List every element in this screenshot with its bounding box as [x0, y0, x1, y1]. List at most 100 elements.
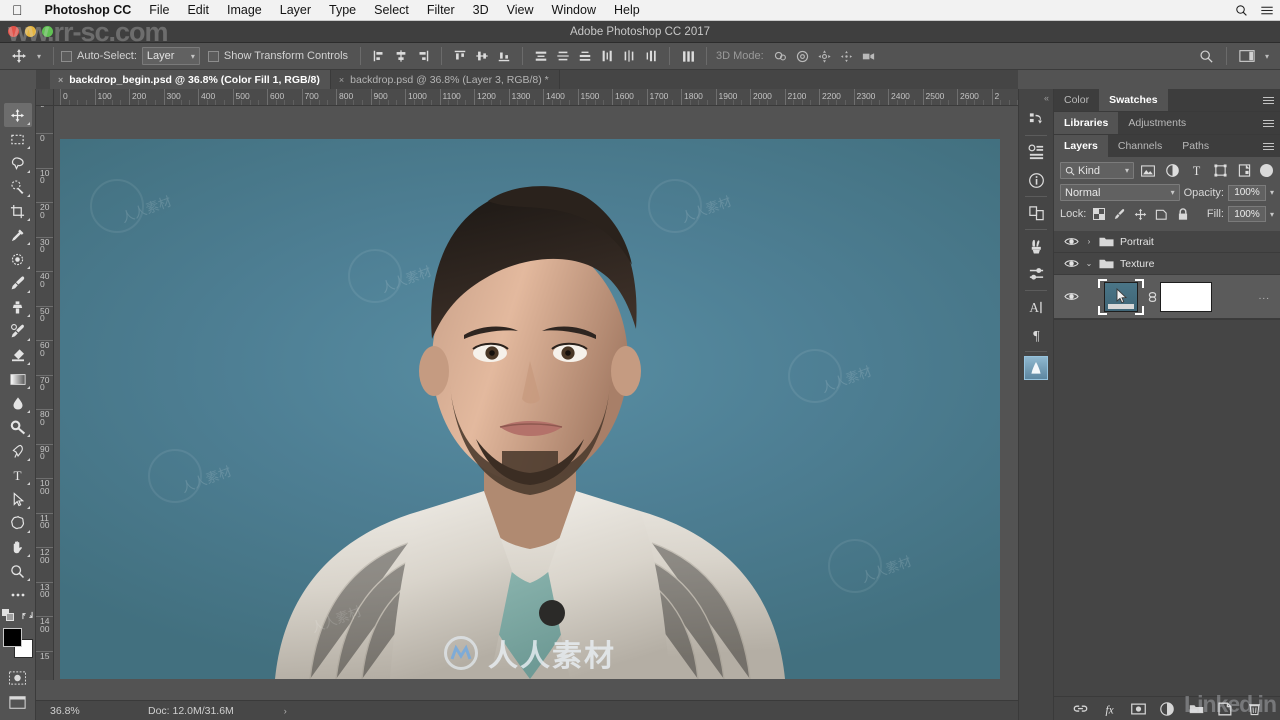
- align-right-edges-icon[interactable]: [412, 46, 434, 67]
- brush-settings-icon[interactable]: [1021, 260, 1051, 288]
- rectangular-marquee-tool[interactable]: [4, 127, 32, 151]
- artboard[interactable]: 人人素材 人人素材 人人素材 人人素材 人人素材 人人素材 人人素材 人人素材: [60, 139, 1000, 679]
- history-icon[interactable]: [1021, 105, 1051, 133]
- tab-swatches[interactable]: Swatches: [1099, 89, 1168, 111]
- distribute-right-edges-icon[interactable]: [640, 46, 662, 67]
- layer-name[interactable]: Portrait: [1116, 236, 1154, 248]
- auto-select-checkbox[interactable]: [61, 50, 72, 62]
- tab-layers[interactable]: Layers: [1054, 135, 1108, 157]
- menu-item-help[interactable]: Help: [605, 0, 649, 21]
- panel-menu-icon[interactable]: [1263, 141, 1274, 152]
- document-tab-backdrop[interactable]: × backdrop.psd @ 36.8% (Layer 3, RGB/8) …: [330, 70, 560, 89]
- link-layers-icon[interactable]: [1072, 701, 1088, 717]
- screen-mode-icon[interactable]: [4, 690, 32, 714]
- tool-preset-chevron-icon[interactable]: ▾: [32, 52, 46, 61]
- move-tool-icon[interactable]: [6, 45, 32, 67]
- distribute-spacing-icon[interactable]: [677, 46, 699, 67]
- lock-all-icon[interactable]: [1174, 206, 1191, 222]
- blur-tool[interactable]: [4, 391, 32, 415]
- dodge-tool[interactable]: [4, 415, 32, 439]
- quick-mask-icon[interactable]: [4, 666, 32, 690]
- filter-smart-object-icon[interactable]: [1234, 162, 1254, 179]
- menu-item-edit[interactable]: Edit: [178, 0, 218, 21]
- roll-3d-object-icon[interactable]: [792, 46, 814, 67]
- image-thumbnail-icon[interactable]: [1021, 354, 1051, 382]
- path-selection-tool[interactable]: [4, 487, 32, 511]
- filter-shape-icon[interactable]: [1210, 162, 1230, 179]
- properties-icon[interactable]: [1021, 138, 1051, 166]
- new-layer-icon[interactable]: [1217, 701, 1233, 717]
- ruler-origin[interactable]: [36, 89, 54, 106]
- paragraph-icon[interactable]: ¶: [1021, 321, 1051, 349]
- lock-position-icon[interactable]: [1132, 206, 1149, 222]
- workspace-switcher-icon[interactable]: [1234, 45, 1260, 67]
- status-expand-arrow-icon[interactable]: ›: [284, 706, 287, 716]
- lock-transparent-pixels-icon[interactable]: [1090, 206, 1107, 222]
- auto-select-scope-dropdown[interactable]: Layer ▾: [141, 47, 200, 65]
- fill-value[interactable]: 100%: [1227, 206, 1266, 222]
- canvas-area[interactable]: 人人素材 人人素材 人人素材 人人素材 人人素材 人人素材 人人素材 人人素材: [54, 106, 1018, 680]
- tab-color[interactable]: Color: [1054, 89, 1100, 111]
- link-mask-icon[interactable]: [1144, 290, 1160, 304]
- spot-healing-brush-tool[interactable]: [4, 247, 32, 271]
- type-tool[interactable]: T: [4, 463, 32, 487]
- search-icon[interactable]: [1235, 4, 1248, 17]
- filter-toggle-icon[interactable]: [1260, 164, 1273, 177]
- tab-paths[interactable]: Paths: [1172, 135, 1220, 157]
- character-icon[interactable]: A: [1021, 293, 1051, 321]
- close-icon[interactable]: ×: [339, 75, 344, 85]
- dock-collapse-arrow[interactable]: «: [1019, 93, 1053, 105]
- horizontal-ruler[interactable]: 0 100 200 300 400 500 600 700 800 900 1000 1100 1200…: [54, 89, 1018, 106]
- libraries-icon[interactable]: [1021, 199, 1051, 227]
- filter-pixel-icon[interactable]: [1138, 162, 1158, 179]
- tab-channels[interactable]: Channels: [1107, 135, 1173, 157]
- zoom-level[interactable]: 36.8%: [36, 705, 106, 717]
- show-transform-checkbox[interactable]: [207, 50, 219, 62]
- group-twisty-icon[interactable]: ⌄: [1082, 259, 1096, 268]
- lasso-tool[interactable]: [4, 151, 32, 175]
- align-horizontal-centers-icon[interactable]: [390, 46, 412, 67]
- fill-chevron-icon[interactable]: ▾: [1270, 210, 1274, 219]
- menu-item-photoshop[interactable]: Photoshop CC: [36, 0, 141, 21]
- control-center-icon[interactable]: [1260, 4, 1274, 17]
- visibility-eye-icon[interactable]: [1060, 291, 1082, 302]
- layer-overflow-icon[interactable]: ...: [1259, 291, 1280, 302]
- eraser-tool[interactable]: [4, 343, 32, 367]
- layer-row-texture[interactable]: ⌄ Texture: [1054, 253, 1280, 275]
- menu-item-3d[interactable]: 3D: [464, 0, 498, 21]
- drag-3d-object-icon[interactable]: [814, 46, 836, 67]
- rotate-3d-object-icon[interactable]: [770, 46, 792, 67]
- new-group-icon[interactable]: [1188, 701, 1204, 717]
- info-icon[interactable]: [1021, 166, 1051, 194]
- brush-tool[interactable]: [4, 271, 32, 295]
- pen-tool[interactable]: [4, 439, 32, 463]
- align-vertical-centers-icon[interactable]: [471, 46, 493, 67]
- delete-layer-icon[interactable]: [1246, 701, 1262, 717]
- opacity-chevron-icon[interactable]: ▾: [1270, 188, 1274, 197]
- custom-shape-tool[interactable]: [4, 511, 32, 535]
- layer-name[interactable]: Texture: [1116, 258, 1154, 270]
- menu-item-select[interactable]: Select: [365, 0, 418, 21]
- filter-adjustment-icon[interactable]: [1162, 162, 1182, 179]
- group-twisty-icon[interactable]: ›: [1082, 237, 1096, 246]
- apple-icon[interactable]: : [0, 3, 36, 17]
- lock-artboard-icon[interactable]: [1153, 206, 1170, 222]
- menu-item-filter[interactable]: Filter: [418, 0, 464, 21]
- eyedropper-tool[interactable]: [4, 223, 32, 247]
- distribute-top-edges-icon[interactable]: [530, 46, 552, 67]
- close-icon[interactable]: ×: [58, 75, 63, 85]
- visibility-eye-icon[interactable]: [1060, 236, 1082, 247]
- menu-item-type[interactable]: Type: [320, 0, 365, 21]
- zoom-tool[interactable]: [4, 559, 32, 583]
- opacity-value[interactable]: 100%: [1227, 184, 1266, 201]
- blend-mode-dropdown[interactable]: Normal ▾: [1060, 184, 1180, 201]
- slide-3d-object-icon[interactable]: [836, 46, 858, 67]
- panel-menu-icon[interactable]: [1263, 118, 1274, 129]
- align-left-edges-icon[interactable]: [368, 46, 390, 67]
- menu-item-view[interactable]: View: [498, 0, 543, 21]
- layer-row-portrait[interactable]: › Portrait: [1054, 231, 1280, 253]
- distribute-vertical-centers-icon[interactable]: [552, 46, 574, 67]
- gradient-tool[interactable]: [4, 367, 32, 391]
- add-layer-mask-icon[interactable]: [1130, 701, 1146, 717]
- filter-type-icon[interactable]: T: [1186, 162, 1206, 179]
